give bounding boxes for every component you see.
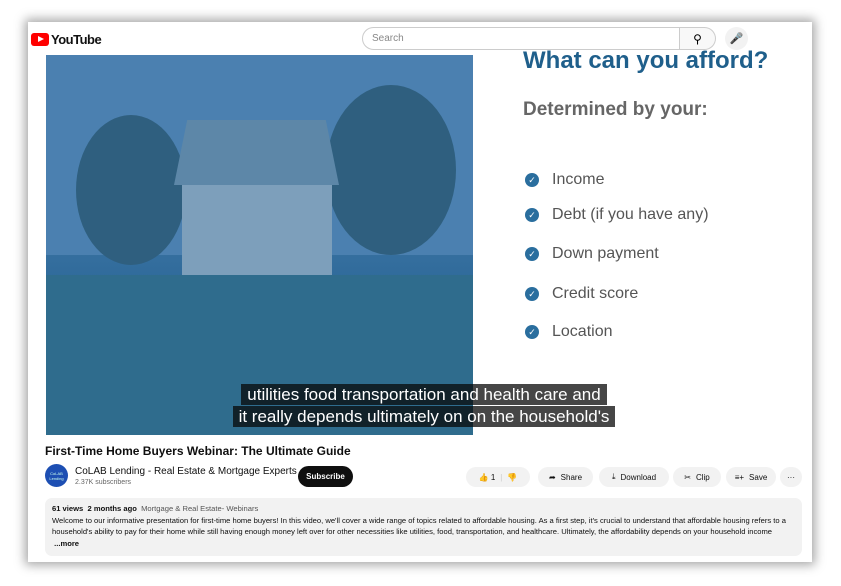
share-icon: ➦: [548, 472, 556, 482]
search-icon: ⚲: [693, 31, 702, 46]
subscriber-count: 2.37K subscribers: [75, 479, 132, 486]
slide-item: ✓ Down payment: [525, 245, 659, 263]
description-box[interactable]: 61 views 2 months ago Mortgage & Real Es…: [45, 498, 802, 556]
video-title: First-Time Home Buyers Webinar: The Ulti…: [45, 444, 351, 458]
upload-date: 2 months ago: [87, 504, 137, 513]
caption-line: it really depends ultimately on on the h…: [46, 406, 802, 427]
logo-text: YouTube: [51, 32, 102, 47]
download-button[interactable]: ⤓ Download: [599, 467, 669, 487]
more-icon: ···: [787, 472, 795, 482]
dislike-button[interactable]: 👎: [507, 473, 517, 482]
slide-heading: What can you afford?: [523, 47, 769, 74]
check-icon: ✓: [525, 173, 539, 187]
clip-button[interactable]: ✂ Clip: [673, 467, 721, 487]
channel-avatar[interactable]: CoLAB Lending: [45, 464, 68, 487]
slide-item: ✓ Income: [525, 171, 604, 189]
playlist-add-icon: ≡+: [734, 472, 745, 482]
youtube-play-icon: [31, 33, 49, 46]
channel-name[interactable]: CoLAB Lending - Real Estate & Mortgage E…: [75, 466, 297, 477]
like-button[interactable]: 👍 1: [479, 473, 496, 482]
slide-content: What can you afford? Determined by your:…: [473, 47, 802, 435]
scissors-icon: ✂: [684, 472, 691, 482]
category-link[interactable]: Mortgage & Real Estate- Webinars: [141, 504, 258, 513]
show-more-link[interactable]: ...more: [54, 539, 79, 548]
mic-icon: 🎤: [729, 33, 744, 45]
check-icon: ✓: [525, 208, 539, 222]
thumbs-down-icon: 👎: [507, 472, 518, 482]
more-actions-button[interactable]: ···: [780, 467, 802, 487]
check-icon: ✓: [525, 247, 539, 261]
youtube-logo[interactable]: YouTube: [31, 32, 102, 47]
view-count: 61 views: [52, 504, 84, 513]
caption-line: utilities food transportation and health…: [46, 384, 802, 405]
slide-item: ✓ Location: [525, 323, 613, 341]
description-text: Welcome to our informative presentation …: [52, 515, 786, 537]
thumbs-up-icon: 👍: [478, 472, 489, 482]
check-icon: ✓: [525, 325, 539, 339]
subscribe-button[interactable]: Subscribe: [298, 466, 353, 487]
check-icon: ✓: [525, 287, 539, 301]
video-player[interactable]: What can you afford? Determined by your:…: [46, 47, 802, 435]
slide-item: ✓ Credit score: [525, 285, 638, 303]
like-dislike-group: 👍 1 | 👎: [466, 467, 530, 487]
slide-subheading: Determined by your:: [523, 99, 708, 120]
video-house-image: [46, 55, 473, 435]
download-icon: ⤓: [611, 472, 616, 481]
slide-item: ✓ Debt (if you have any): [525, 206, 709, 224]
save-button[interactable]: ≡+ Save: [726, 467, 776, 487]
share-button[interactable]: ➦ Share: [538, 467, 593, 487]
youtube-window: YouTube Search ⚲ 🎤 What can you afford? …: [28, 22, 812, 562]
